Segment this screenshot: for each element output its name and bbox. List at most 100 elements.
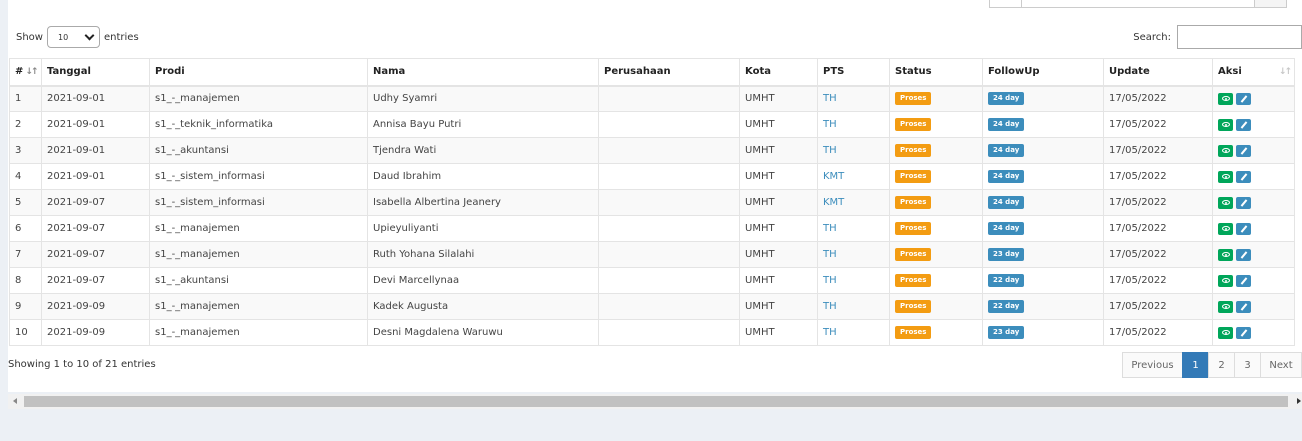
chevron-down-icon xyxy=(84,30,95,40)
cell-status: Proses xyxy=(889,293,983,320)
pencil-icon xyxy=(1240,328,1247,337)
view-button[interactable] xyxy=(1218,326,1233,339)
entries-select[interactable]: 10 xyxy=(46,26,100,48)
pagination-next[interactable]: Next xyxy=(1260,352,1302,378)
table-row: 8 2021-09-07 s1_-_akuntansi Devi Marcellyna… xyxy=(9,267,1295,294)
top-input-addon-left[interactable] xyxy=(990,0,1022,7)
view-button[interactable] xyxy=(1218,274,1233,287)
pts-link[interactable]: TH xyxy=(823,223,837,234)
edit-button[interactable] xyxy=(1236,92,1251,105)
view-button[interactable] xyxy=(1218,222,1233,235)
cell-tanggal: 2021-09-01 xyxy=(41,163,150,190)
edit-button[interactable] xyxy=(1236,326,1251,339)
pts-link[interactable]: TH xyxy=(823,119,837,130)
pts-link[interactable]: TH xyxy=(823,275,837,286)
cell-update: 17/05/2022 xyxy=(1103,319,1213,346)
status-badge: Proses xyxy=(895,92,932,106)
cell-no: 9 xyxy=(9,293,42,320)
view-button[interactable] xyxy=(1218,196,1233,209)
column-header-kota[interactable]: Kota xyxy=(739,58,818,87)
scroll-left-icon[interactable] xyxy=(13,398,17,404)
cell-followup: 24 day xyxy=(982,137,1104,164)
edit-button[interactable] xyxy=(1236,170,1251,183)
column-header-update[interactable]: Update xyxy=(1103,58,1213,87)
cell-prodi: s1_-_manajemen xyxy=(149,319,368,346)
edit-button[interactable] xyxy=(1236,118,1251,131)
cell-kota: UMHT xyxy=(739,241,818,268)
followup-badge: 23 day xyxy=(988,326,1025,339)
pts-link[interactable]: TH xyxy=(823,301,837,312)
column-header-status[interactable]: Status xyxy=(889,58,983,87)
edit-button[interactable] xyxy=(1236,274,1251,287)
column-header-no[interactable]: # ↓↑ xyxy=(9,58,42,87)
cell-no: 4 xyxy=(9,163,42,190)
pagination-page-1[interactable]: 1 xyxy=(1182,352,1209,378)
cell-nama: Isabella Albertina Jeanery xyxy=(367,189,599,216)
edit-button[interactable] xyxy=(1236,248,1251,261)
cell-followup: 23 day xyxy=(982,241,1104,268)
cell-nama: Annisa Bayu Putri xyxy=(367,111,599,138)
cell-prodi: s1_-_manajemen xyxy=(149,215,368,242)
top-input-group[interactable] xyxy=(989,0,1287,8)
pts-link[interactable]: TH xyxy=(823,93,837,104)
eye-icon xyxy=(1221,304,1230,309)
cell-update: 17/05/2022 xyxy=(1103,267,1213,294)
cell-nama: Tjendra Wati xyxy=(367,137,599,164)
search-label: Search: xyxy=(1133,31,1171,43)
top-input-button[interactable] xyxy=(1254,0,1286,7)
edit-button[interactable] xyxy=(1236,144,1251,157)
cell-perusahaan xyxy=(598,215,740,242)
view-button[interactable] xyxy=(1218,248,1233,261)
cell-no: 5 xyxy=(9,189,42,216)
pts-link[interactable]: KMT xyxy=(823,197,844,208)
column-header-nama[interactable]: Nama xyxy=(367,58,599,87)
view-button[interactable] xyxy=(1218,118,1233,131)
column-header-aksi[interactable]: Aksi ↓↑ xyxy=(1212,58,1295,87)
pts-link[interactable]: KMT xyxy=(823,171,844,182)
pagination-page-2[interactable]: 2 xyxy=(1208,352,1235,378)
view-button[interactable] xyxy=(1218,144,1233,157)
cell-followup: 22 day xyxy=(982,293,1104,320)
pagination-previous[interactable]: Previous xyxy=(1122,352,1183,378)
cell-pts: TH xyxy=(817,137,890,164)
horizontal-scrollbar[interactable] xyxy=(8,394,1302,409)
cell-no: 6 xyxy=(9,215,42,242)
scrollbar-thumb[interactable] xyxy=(24,396,1288,407)
edit-button[interactable] xyxy=(1236,300,1251,313)
pagination-page-3[interactable]: 3 xyxy=(1234,352,1261,378)
column-header-pts[interactable]: PTS xyxy=(817,58,890,87)
cell-status: Proses xyxy=(889,137,983,164)
cell-aksi xyxy=(1212,241,1295,268)
scroll-right-icon[interactable] xyxy=(1297,398,1301,404)
column-header-followup[interactable]: FollowUp xyxy=(982,58,1104,87)
cell-perusahaan xyxy=(598,267,740,294)
edit-button[interactable] xyxy=(1236,222,1251,235)
search-input[interactable] xyxy=(1177,25,1302,49)
view-button[interactable] xyxy=(1218,170,1233,183)
table-row: 10 2021-09-09 s1_-_manajemen Desni Magdalen… xyxy=(9,319,1295,346)
followup-badge: 23 day xyxy=(988,248,1025,261)
cell-perusahaan xyxy=(598,111,740,138)
cell-kota: UMHT xyxy=(739,319,818,346)
pts-link[interactable]: TH xyxy=(823,327,837,338)
column-header-prodi[interactable]: Prodi xyxy=(149,58,368,87)
pts-link[interactable]: TH xyxy=(823,249,837,260)
column-header-perusahaan[interactable]: Perusahaan xyxy=(598,58,740,87)
column-header-tanggal[interactable]: Tanggal xyxy=(41,58,150,87)
cell-update: 17/05/2022 xyxy=(1103,241,1213,268)
cell-no: 7 xyxy=(9,241,42,268)
status-badge: Proses xyxy=(895,170,932,183)
view-button[interactable] xyxy=(1218,92,1233,105)
view-button[interactable] xyxy=(1218,300,1233,313)
table-info: Showing 1 to 10 of 21 entries xyxy=(8,359,156,370)
cell-kota: UMHT xyxy=(739,267,818,294)
eye-icon xyxy=(1221,174,1230,179)
cell-aksi xyxy=(1212,163,1295,190)
edit-button[interactable] xyxy=(1236,196,1251,209)
cell-nama: Desni Magdalena Waruwu xyxy=(367,319,599,346)
cell-perusahaan xyxy=(598,85,740,112)
status-badge: Proses xyxy=(895,326,932,339)
table-row: 4 2021-09-01 s1_-_sistem_informasi Daud Ibr… xyxy=(9,163,1295,190)
pts-link[interactable]: TH xyxy=(823,145,837,156)
cell-prodi: s1_-_sistem_informasi xyxy=(149,163,368,190)
